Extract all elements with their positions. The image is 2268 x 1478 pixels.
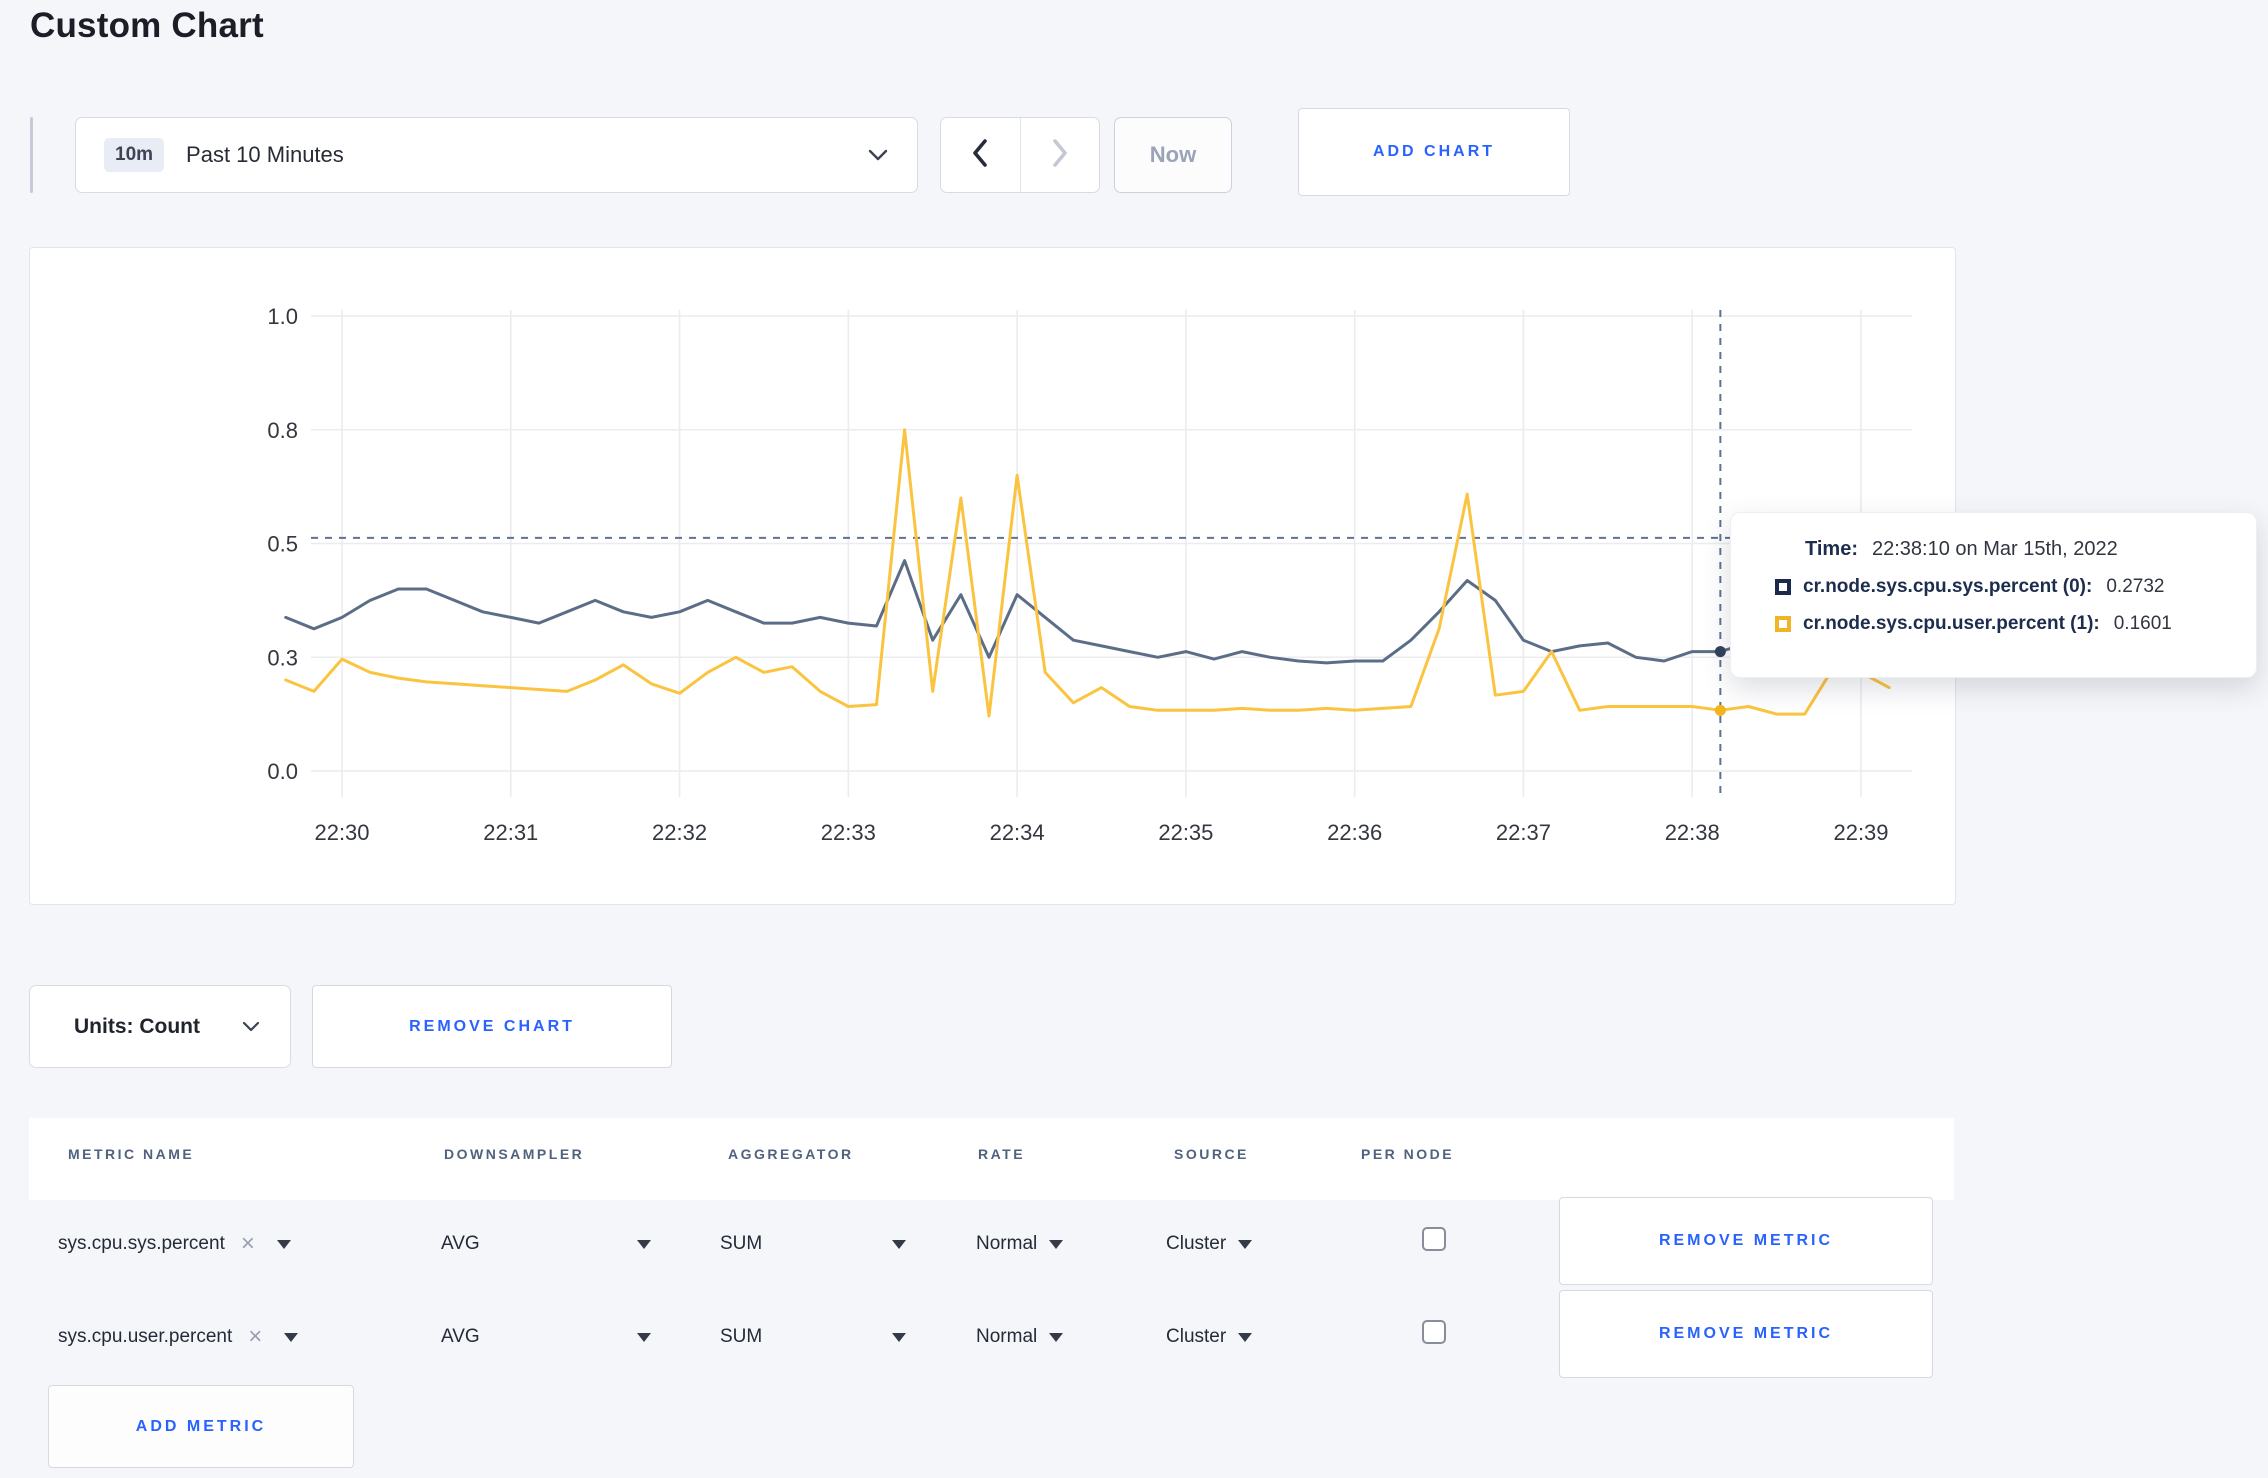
x-axis-label: 22:38 [1665,820,1720,845]
remove-metric-button[interactable]: REMOVE METRIC [1559,1290,1933,1378]
aggregator-select[interactable]: SUM [720,1226,906,1262]
y-axis-label: 0.3 [267,645,298,670]
metric-name-select[interactable]: sys.cpu.sys.percent × [58,1226,291,1262]
page-title: Custom Chart [30,6,264,45]
caret-down-icon [892,1332,906,1342]
aggregator-select[interactable]: SUM [720,1319,906,1355]
time-range-select[interactable]: 10m Past 10 Minutes [75,117,918,193]
tooltip-series-label: cr.node.sys.cpu.sys.percent (0): [1803,576,2093,597]
add-metric-button[interactable]: ADD METRIC [48,1385,354,1468]
downsampler-value: AVG [441,1326,480,1347]
caret-down-icon [1238,1239,1253,1249]
source-select[interactable]: Cluster [1166,1226,1253,1262]
source-select[interactable]: Cluster [1166,1319,1253,1355]
remove-metric-button[interactable]: REMOVE METRIC [1559,1197,1933,1285]
time-range-badge: 10m [104,138,165,172]
x-axis-label: 22:34 [990,820,1045,845]
hover-point-marker [1714,646,1726,658]
y-axis-label: 0.8 [267,418,298,443]
chevron-left-icon [969,137,991,174]
units-label: Units: Count [74,1014,200,1038]
metric-name-value: sys.cpu.sys.percent [58,1233,225,1254]
time-back-button[interactable] [941,118,1020,192]
source-value: Cluster [1166,1233,1227,1254]
col-head-downsampler: DOWNSAMPLER [444,1146,585,1162]
caret-down-icon[interactable] [276,1239,291,1249]
rate-value: Normal [976,1233,1038,1254]
x-axis-label: 22:36 [1327,820,1382,845]
caret-down-icon [892,1239,906,1249]
x-axis-label: 22:33 [821,820,876,845]
col-head-per-node: PER NODE [1361,1146,1455,1162]
add-chart-button[interactable]: ADD CHART [1298,108,1570,196]
y-axis-label: 0.0 [267,759,298,784]
chart-card: 0.0 0.3 0.5 0.8 1.0 22:30 22:31 22:32 22:33 22:34… [29,247,1956,905]
chevron-down-icon [867,148,889,162]
source-value: Cluster [1166,1326,1227,1347]
x-axis-label: 22:30 [314,820,369,845]
custom-chart-page: Custom Chart 10m Past 10 Minutes Now ADD… [0,0,2268,1478]
clear-metric-icon[interactable]: × [248,1325,262,1349]
x-axis-label: 22:32 [652,820,707,845]
clear-metric-icon[interactable]: × [241,1232,255,1256]
sys-series-swatch-icon [1775,579,1791,595]
col-head-metric-name: METRIC NAME [68,1146,195,1162]
y-axis-label: 1.0 [267,304,298,329]
aggregator-value: SUM [720,1326,763,1347]
metric-name-select[interactable]: sys.cpu.user.percent × [58,1319,299,1355]
chevron-right-icon [1049,137,1071,174]
rate-select[interactable]: Normal [976,1226,1064,1262]
downsampler-value: AVG [441,1233,480,1254]
caret-down-icon [1049,1332,1064,1342]
downsampler-select[interactable]: AVG [441,1319,651,1355]
series-line [284,559,1891,665]
time-forward-button[interactable] [1019,118,1100,192]
hover-point-marker [1714,704,1726,716]
remove-chart-button[interactable]: REMOVE CHART [312,985,672,1068]
tooltip-series-value: 0.1601 [2113,613,2172,634]
tooltip-time-row: Time: 22:38:10 on Mar 15th, 2022 [1805,538,2238,561]
col-head-source: SOURCE [1174,1146,1249,1162]
y-axis-label: 0.5 [267,532,298,557]
rate-value: Normal [976,1326,1038,1347]
x-axis-label: 22:39 [1833,820,1888,845]
now-button[interactable]: Now [1114,117,1232,193]
col-head-rate: RATE [978,1146,1026,1162]
tooltip-series-row: cr.node.sys.cpu.user.percent (1): 0.1601 [1775,613,2238,635]
caret-down-icon [637,1332,651,1342]
x-axis-label: 22:37 [1496,820,1551,845]
chevron-down-icon [242,1021,260,1033]
time-range-label: Past 10 Minutes [186,142,344,167]
cpu-usage-chart[interactable]: 0.0 0.3 0.5 0.8 1.0 22:30 22:31 22:32 22:33 22:34… [30,248,1957,906]
time-window-arrows [940,117,1100,193]
tooltip-series-label: cr.node.sys.cpu.user.percent (1): [1803,613,2100,634]
toolbar-left-divider [30,117,33,193]
caret-down-icon [637,1239,651,1249]
caret-down-icon[interactable] [284,1332,299,1342]
user-series-swatch-icon [1775,616,1791,632]
caret-down-icon [1049,1239,1064,1249]
x-axis-label: 22:31 [483,820,538,845]
tooltip-time-value: 22:38:10 on Mar 15th, 2022 [1871,538,2118,560]
per-node-checkbox[interactable] [1422,1320,1446,1344]
downsampler-select[interactable]: AVG [441,1226,651,1262]
per-node-checkbox[interactable] [1422,1227,1446,1251]
tooltip-series-value: 0.2732 [2106,576,2165,597]
series-line [284,428,1891,718]
metric-name-value: sys.cpu.user.percent [58,1326,233,1347]
tooltip-series-row: cr.node.sys.cpu.sys.percent (0): 0.2732 [1775,576,2238,598]
col-head-aggregator: AGGREGATOR [728,1146,854,1162]
units-select[interactable]: Units: Count [29,985,291,1068]
aggregator-value: SUM [720,1233,763,1254]
caret-down-icon [1238,1332,1253,1342]
rate-select[interactable]: Normal [976,1319,1064,1355]
tooltip-time-label: Time: [1805,538,1858,560]
x-axis-label: 22:35 [1158,820,1213,845]
chart-hover-tooltip: Time: 22:38:10 on Mar 15th, 2022 cr.node… [1730,512,2257,678]
